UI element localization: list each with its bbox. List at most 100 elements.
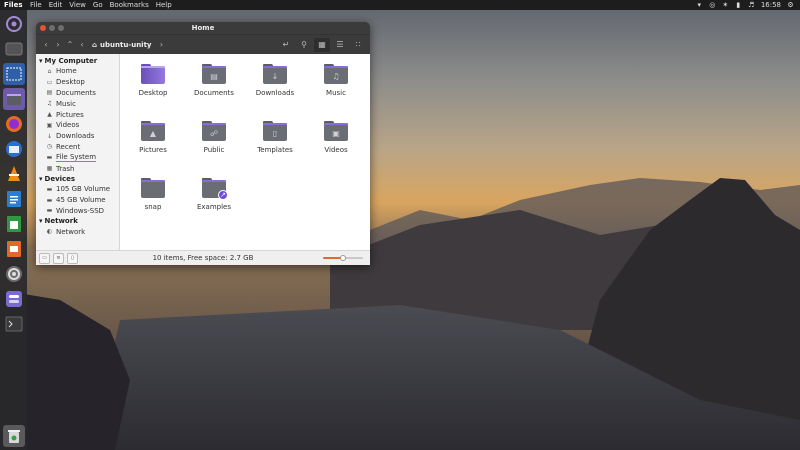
file-item-pictures[interactable]: ▲ Pictures [123, 121, 183, 154]
sidebar-section-network[interactable]: ▾ Network [36, 216, 119, 226]
menu-go[interactable]: Go [93, 1, 103, 9]
file-item-downloads[interactable]: ↓ Downloads [245, 64, 305, 97]
drive-icon: ▬ [46, 196, 53, 204]
launcher-app-impress[interactable] [3, 238, 25, 260]
expander-down-icon: ▾ [39, 174, 43, 183]
file-name: Documents [194, 89, 234, 97]
file-item-public[interactable]: ☍ Public [184, 121, 244, 154]
file-item-videos[interactable]: ▣ Videos [306, 121, 366, 154]
volume-icon[interactable]: ♬ [748, 1, 755, 9]
file-name: Desktop [138, 89, 168, 97]
sidebar-item-home[interactable]: ⌂ Home [36, 66, 119, 77]
sidebar-item-trash[interactable]: ▦ Trash [36, 163, 119, 174]
toggle-location-button[interactable]: ↵ [278, 38, 294, 52]
compact-view-button[interactable]: ∷ [350, 38, 366, 52]
menu-view[interactable]: View [69, 1, 86, 9]
show-treeview-button[interactable]: ≡ [53, 252, 64, 264]
search-button[interactable]: ⚲ [296, 38, 312, 52]
up-button[interactable]: ⌃ [64, 38, 76, 52]
video-icon: ▣ [46, 121, 53, 129]
menu-file[interactable]: File [30, 1, 42, 9]
status-text: 10 items, Free space: 2.7 GB [152, 254, 254, 262]
network-icon[interactable]: ◎ [709, 1, 716, 9]
expander-down-icon: ▾ [39, 57, 43, 65]
sidebar-item-pictures[interactable]: ▲ Pictures [36, 109, 119, 120]
sidebar-item-documents[interactable]: ▤ Documents [36, 88, 119, 99]
zoom-slider[interactable] [323, 255, 363, 261]
file-item-examples[interactable]: ↗ Examples [184, 178, 244, 211]
launcher-app-files[interactable] [2, 88, 25, 110]
sidebar: ▾ My Computer ⌂ Home ▭ Desktop ▤ Documents … [36, 54, 120, 250]
path-button[interactable]: ⌂ ubuntu-unity [88, 38, 156, 51]
sidebar-item-105gb-volume[interactable]: ▬ 105 GB Volume [36, 184, 119, 195]
zoom-knob[interactable] [340, 255, 346, 261]
sidebar-section-my-computer[interactable]: ▾ My Computer [36, 56, 119, 66]
sidebar-item-windows-ssd[interactable]: ▬ Windows-SSD [36, 206, 119, 217]
dash-button[interactable] [3, 13, 25, 35]
sidebar-item-recent[interactable]: ◷ Recent [36, 142, 119, 153]
list-view-button[interactable]: ☰ [332, 38, 348, 52]
window-titlebar[interactable]: Home [36, 22, 370, 34]
file-item-music[interactable]: ♫ Music [306, 64, 366, 97]
launcher-trash[interactable] [2, 425, 25, 447]
forward-button[interactable]: › [52, 38, 64, 52]
launcher-app-terminal[interactable] [3, 313, 25, 335]
path-right-button[interactable]: › [156, 38, 168, 52]
power-icon[interactable]: ⚙ [787, 1, 794, 9]
folder-icon [141, 178, 165, 198]
menu-help[interactable]: Help [156, 1, 172, 9]
sidebar-item-network[interactable]: ◐ Network [36, 226, 119, 237]
launcher-app-thunderbird[interactable] [3, 138, 25, 160]
expander-down-icon: ▾ [39, 217, 43, 226]
chevron-down-icon[interactable]: ▾ [696, 1, 703, 9]
document-icon: ▤ [46, 89, 53, 97]
menu-bookmarks[interactable]: Bookmarks [110, 1, 149, 9]
downloads-folder-icon: ↓ [263, 64, 287, 84]
files-icon [6, 94, 21, 105]
file-item-templates[interactable]: ▯ Templates [245, 121, 305, 154]
path-left-button[interactable]: ‹ [76, 38, 88, 52]
file-item-desktop[interactable]: Desktop [123, 64, 183, 97]
back-button[interactable]: ‹ [40, 38, 52, 52]
launcher-app-settings[interactable] [3, 263, 25, 285]
writer-icon [6, 191, 21, 207]
drive-icon: ▬ [46, 185, 53, 193]
bluetooth-icon[interactable]: ✶ [722, 1, 729, 9]
download-icon: ↓ [46, 132, 53, 140]
documents-folder-icon: ▤ [202, 64, 226, 84]
sidebar-item-file-system[interactable]: ▬ File System [36, 152, 119, 163]
file-name: Templates [257, 146, 293, 154]
firefox-icon [5, 116, 22, 132]
icon-view-button[interactable]: ▦ [314, 37, 330, 52]
templates-folder-icon: ▯ [263, 121, 287, 141]
launcher-app-writer[interactable] [3, 188, 25, 210]
drive-icon: ▬ [46, 154, 53, 162]
top-panel: Files File Edit View Go Bookmarks Help ▾… [0, 0, 800, 10]
sidebar-item-desktop[interactable]: ▭ Desktop [36, 77, 119, 88]
sidebar-item-downloads[interactable]: ↓ Downloads [36, 131, 119, 142]
hide-sidebar-button[interactable]: ▯ [67, 252, 78, 264]
sidebar-item-45gb-volume[interactable]: ▬ 45 GB Volume [36, 195, 119, 206]
sidebar-section-devices[interactable]: ▾ Devices [36, 174, 119, 184]
menu-edit[interactable]: Edit [49, 1, 63, 9]
settings-gear-icon [5, 266, 22, 282]
trash-icon: ▦ [46, 165, 53, 173]
link-folder-icon: ↗ [202, 178, 228, 200]
launcher-app-screenshot[interactable] [2, 63, 25, 85]
show-places-button[interactable]: ▭ [39, 252, 50, 264]
file-item-documents[interactable]: ▤ Documents [184, 64, 244, 97]
battery-icon[interactable]: ▮ [735, 1, 742, 9]
sidebar-item-videos[interactable]: ▣ Videos [36, 120, 119, 131]
file-name: Videos [324, 146, 348, 154]
launcher-app-vlc[interactable] [3, 163, 25, 185]
thunderbird-icon [5, 141, 22, 157]
sidebar-item-music[interactable]: ♫ Music [36, 98, 119, 109]
launcher-app-tweaks[interactable] [3, 288, 25, 310]
launcher-app-firefox[interactable] [3, 113, 25, 135]
clock[interactable]: 16:58 [761, 1, 781, 9]
launcher-app-calc[interactable] [3, 213, 25, 235]
launcher-app-window[interactable] [3, 38, 25, 60]
file-item-snap[interactable]: snap [123, 178, 183, 211]
clock-icon: ◷ [46, 143, 53, 151]
window-title: Home [191, 24, 215, 32]
